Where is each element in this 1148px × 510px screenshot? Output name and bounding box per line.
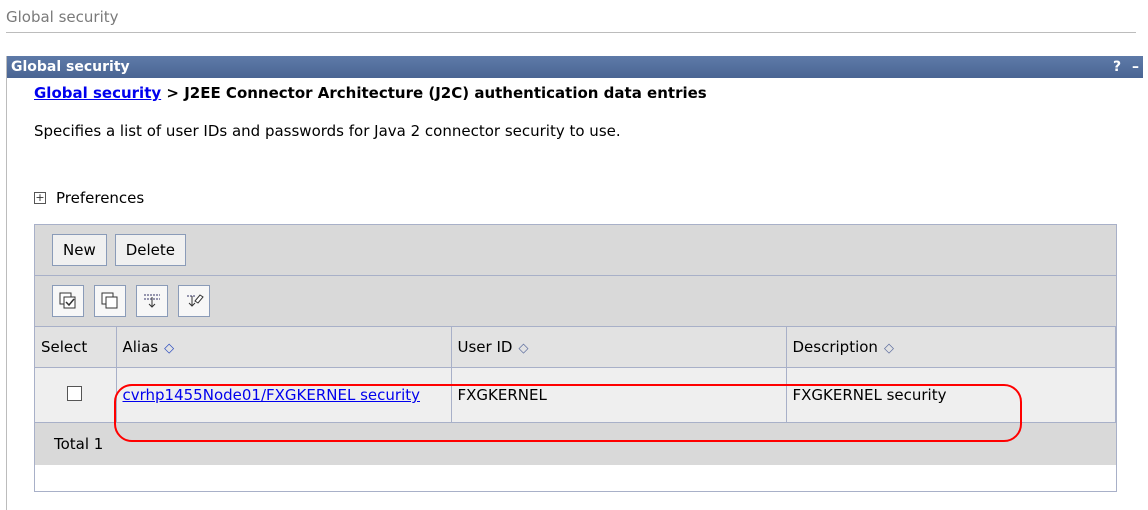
table-header-row: Select Alias ◇ User ID ◇ Description ◇ [35, 327, 1116, 368]
portlet-title-bar: Global security ? – [7, 56, 1143, 78]
breadcrumb-current: J2EE Connector Architecture (J2C) authen… [184, 84, 707, 102]
title-divider [6, 32, 1136, 33]
description-header-label[interactable]: Description [793, 338, 878, 356]
alias-header-label[interactable]: Alias [123, 338, 159, 356]
preferences-toggle[interactable]: + Preferences [34, 189, 144, 207]
page-description: Specifies a list of user IDs and passwor… [34, 122, 621, 140]
select-column-header: Select [35, 327, 117, 368]
alias-cell: cvrhp1455Node01/FXGKERNEL security [116, 367, 452, 423]
table-row: cvrhp1455Node01/FXGKERNEL security FXGKE… [35, 367, 1116, 423]
help-button[interactable]: ? [1113, 59, 1121, 75]
sort-ascending-icon[interactable]: ◇ [164, 341, 174, 356]
preferences-label[interactable]: Preferences [56, 189, 144, 207]
row-select-checkbox[interactable] [67, 385, 83, 401]
icon-toolbar [35, 276, 1116, 327]
select-all-icon[interactable] [52, 285, 84, 317]
portlet-title: Global security [11, 59, 130, 75]
button-toolbar: New Delete [35, 225, 1116, 276]
user-id-cell: FXGKERNEL [451, 367, 787, 423]
sort-icon[interactable]: ◇ [884, 341, 894, 356]
user-id-column-header[interactable]: User ID ◇ [451, 327, 787, 368]
collection-panel: New Delete Select Alias ◇ User ID ◇ Descri… [34, 224, 1117, 492]
page-title: Global security [6, 8, 119, 26]
breadcrumb-separator: > [166, 84, 179, 102]
deselect-all-icon[interactable] [94, 285, 126, 317]
breadcrumb: Global security > J2EE Connector Archite… [34, 84, 707, 102]
sort-icon[interactable]: ◇ [518, 341, 528, 356]
show-filter-icon[interactable] [136, 285, 168, 317]
description-column-header[interactable]: Description ◇ [786, 327, 1116, 368]
clear-filter-icon[interactable] [178, 285, 210, 317]
description-cell: FXGKERNEL security [786, 367, 1116, 423]
auth-data-table: Select Alias ◇ User ID ◇ Description ◇ cvrh… [35, 327, 1116, 423]
delete-button[interactable]: Delete [114, 234, 187, 266]
alias-link[interactable]: cvrhp1455Node01/FXGKERNEL security [123, 385, 421, 405]
alias-column-header[interactable]: Alias ◇ [116, 327, 452, 368]
minimize-button[interactable]: – [1132, 59, 1139, 75]
user-id-header-label[interactable]: User ID [458, 338, 513, 356]
expand-icon[interactable]: + [34, 192, 46, 204]
total-count: Total 1 [35, 423, 1116, 465]
portlet-controls: ? – [1107, 56, 1139, 78]
breadcrumb-global-security-link[interactable]: Global security [34, 84, 161, 102]
new-button[interactable]: New [52, 234, 107, 266]
row-select-cell [35, 367, 117, 423]
